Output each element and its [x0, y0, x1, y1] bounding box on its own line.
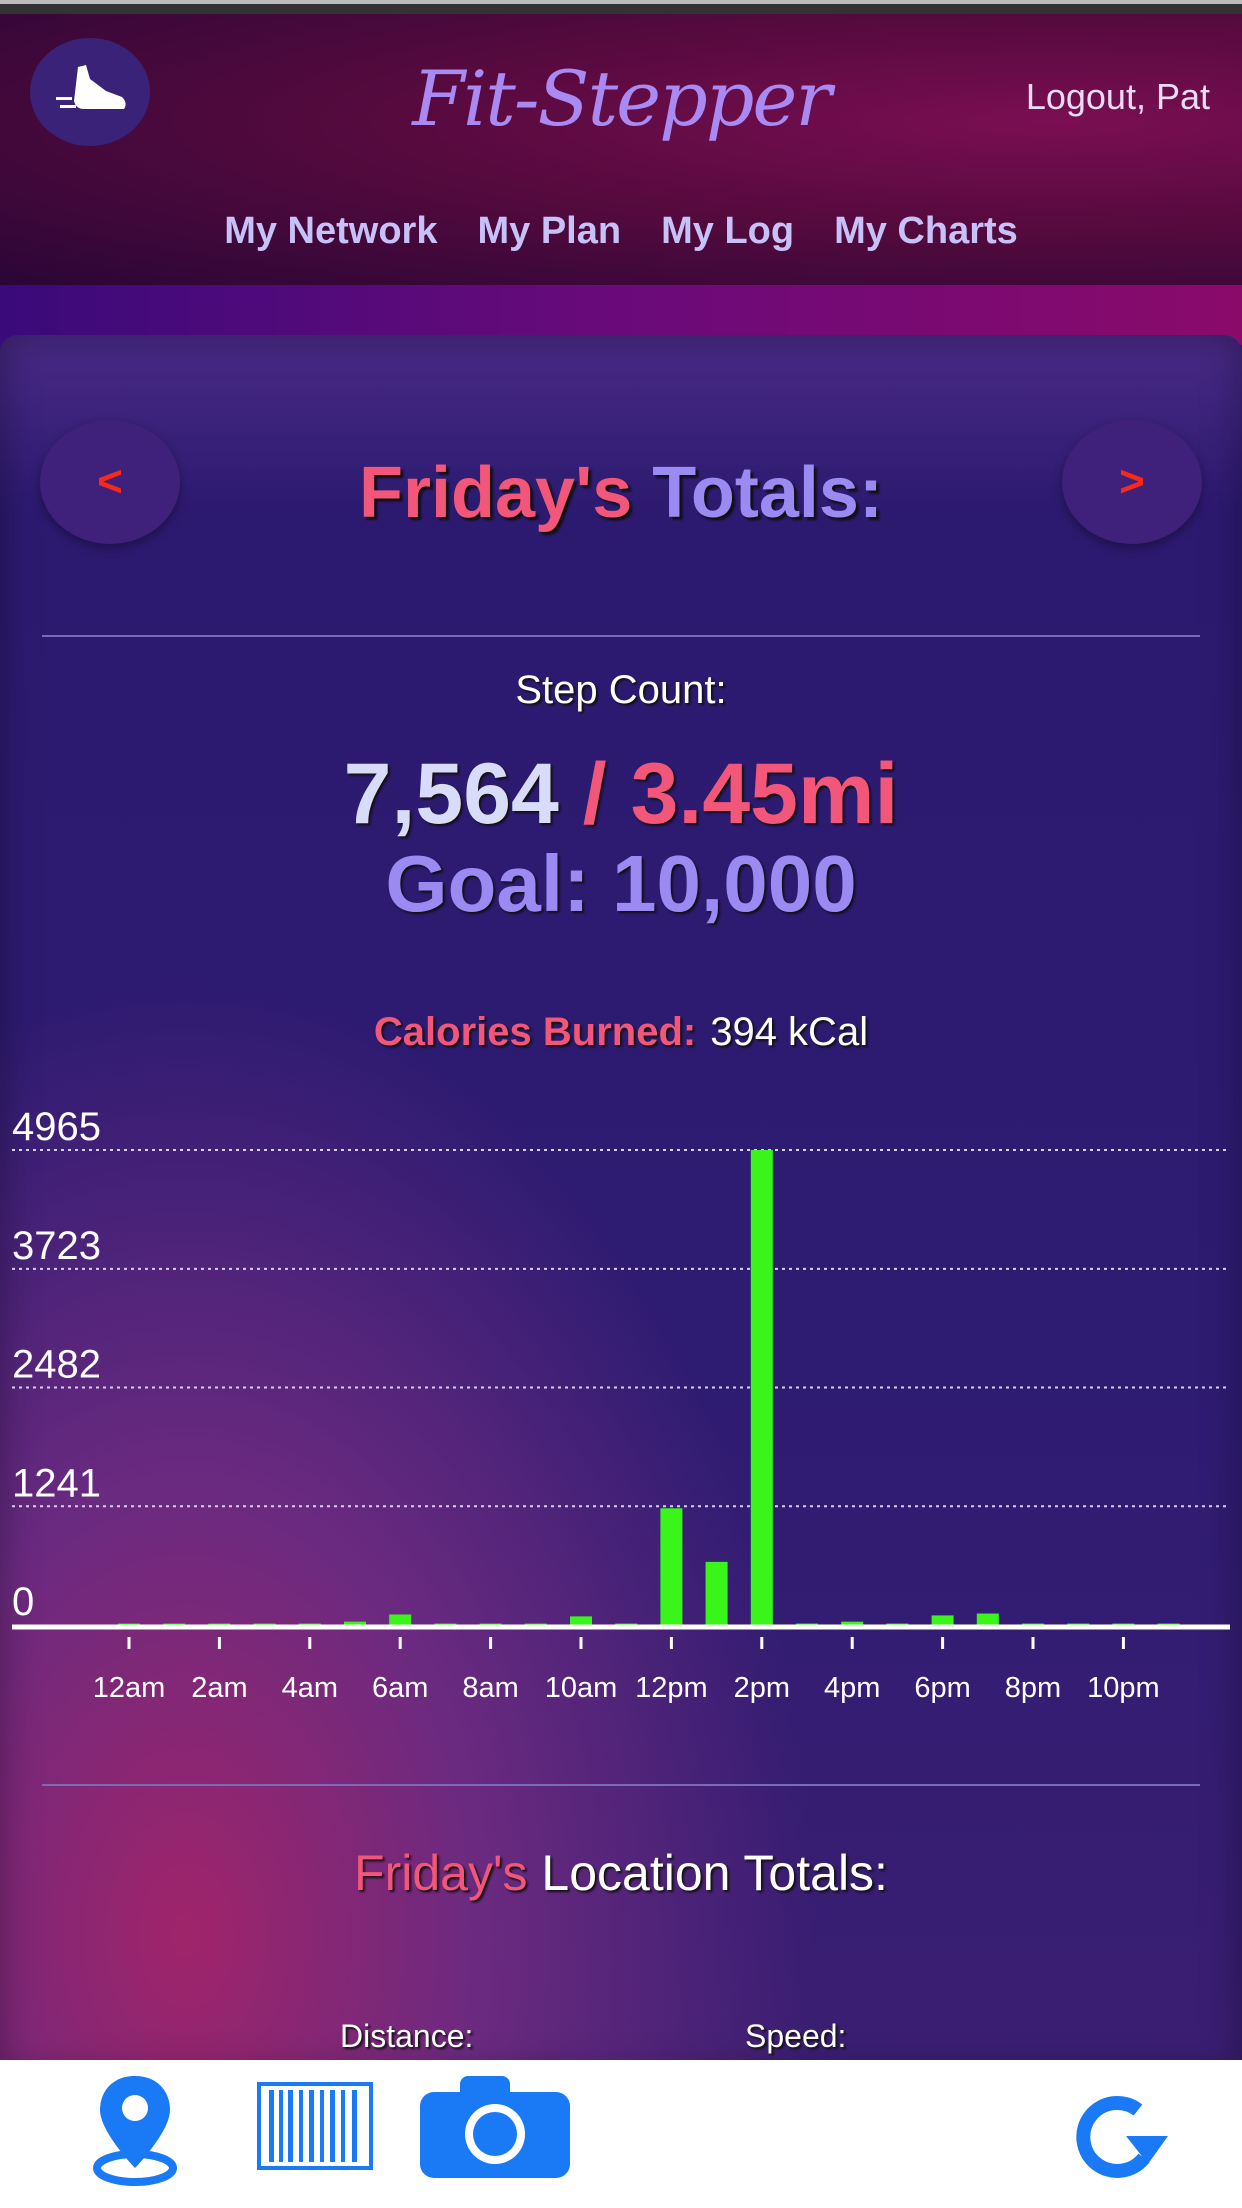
calories-label: Calories Burned: [373, 1010, 697, 1054]
refresh-icon[interactable] [1068, 2088, 1172, 2188]
barcode-icon[interactable] [257, 2082, 373, 2170]
nav-my-charts[interactable]: My Charts [834, 210, 1018, 252]
bar-6pm [931, 1615, 954, 1625]
nav-my-plan[interactable]: My Plan [477, 210, 621, 252]
status-bar [0, 0, 1242, 14]
x-tick-label: 2pm [734, 1672, 790, 1704]
main-nav: My Network My Plan My Log My Charts [0, 210, 1242, 253]
x-tick-label: 8pm [1005, 1672, 1061, 1704]
x-tick-label: 6pm [914, 1672, 970, 1704]
bar-5am [344, 1621, 366, 1625]
bar-1pm [705, 1561, 728, 1625]
divider [42, 1784, 1200, 1786]
bar-10am [570, 1616, 592, 1625]
separator: / [582, 746, 607, 842]
header: Fit-Stepper Logout, Pat My Network My Pla… [0, 14, 1242, 285]
y-tick-label: 3723 [12, 1224, 101, 1268]
totals-word: Totals: [652, 453, 883, 533]
y-tick-label: 4965 [12, 1105, 101, 1149]
location-totals-title: Friday's Location Totals: [0, 1844, 1242, 1902]
distance-label: Distance: [340, 2018, 474, 2054]
x-tick-label: 6am [372, 1672, 428, 1704]
location-title-text: Location Totals: [541, 1845, 888, 1901]
x-tick-label: 2am [191, 1672, 247, 1704]
step-count-value: 7,564 [343, 746, 559, 842]
step-count-line: 7,564 / 3.45mi [0, 745, 1242, 844]
goal-value: Goal: 10,000 [385, 839, 857, 928]
y-tick-label: 2482 [12, 1343, 101, 1387]
bar-12pm [660, 1508, 683, 1625]
calories-line: Calories Burned: 394 kCal [0, 1010, 1242, 1055]
speed-label: Speed: [745, 2018, 847, 2054]
hourly-steps-chart: 0 1241 2482 3723 4965 12am 2am 4am 6am 8am 10am 12p… [12, 1105, 1230, 1704]
y-tick-label: 1241 [12, 1461, 101, 1505]
day-name: Friday's [359, 453, 633, 533]
bottom-toolbar [0, 2060, 1242, 2208]
location-day: Friday's [354, 1845, 528, 1901]
x-tick-label: 4am [282, 1672, 338, 1704]
distance-value: 3.45mi [630, 746, 899, 842]
bar-2pm [750, 1150, 773, 1625]
x-tick-label: 12am [93, 1672, 166, 1704]
nav-my-log[interactable]: My Log [661, 210, 794, 252]
step-count-label: Step Count: [515, 668, 727, 712]
divider [42, 635, 1200, 637]
x-tick-label: 8am [462, 1672, 518, 1704]
x-tick-label: 4pm [824, 1672, 880, 1704]
bar-4pm [841, 1621, 864, 1625]
bar-6am [389, 1614, 412, 1625]
bar-7pm [976, 1613, 999, 1625]
y-tick-label: 0 [12, 1580, 34, 1624]
nav-my-network[interactable]: My Network [224, 210, 437, 252]
x-tick-label: 10am [545, 1672, 618, 1704]
x-tick-label: 12pm [635, 1672, 708, 1704]
day-totals-title: Friday's Totals: [0, 452, 1242, 534]
x-tick-label: 10pm [1087, 1672, 1160, 1704]
map-pin-icon[interactable] [92, 2072, 178, 2188]
logout-link[interactable]: Logout, Pat [1026, 76, 1210, 118]
camera-icon[interactable] [420, 2074, 570, 2178]
calories-value: 394 kCal [710, 1010, 869, 1054]
